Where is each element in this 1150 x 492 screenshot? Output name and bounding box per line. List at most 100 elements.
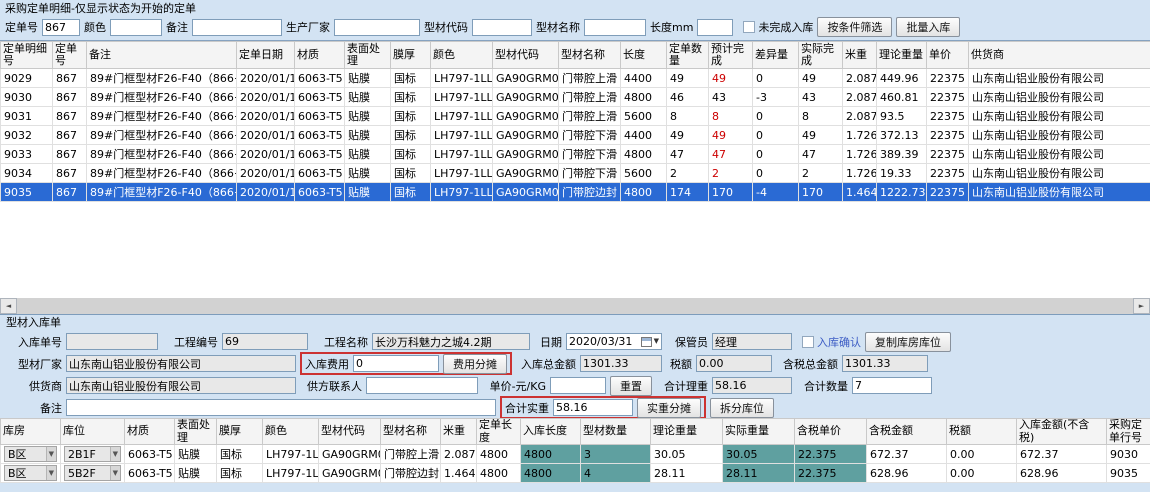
grid-cell[interactable]: 47 (667, 145, 709, 164)
grid-cell[interactable]: 贴膜 (345, 88, 391, 107)
grid-cell[interactable]: 170 (799, 183, 843, 202)
column-header[interactable]: 理论重量 (877, 42, 927, 69)
column-header[interactable]: 定单数量 (667, 42, 709, 69)
scrollbar-track[interactable] (17, 298, 1133, 314)
filter-remark-input[interactable] (192, 19, 282, 36)
split-location-button[interactable]: 拆分库位 (710, 398, 774, 418)
tax-input[interactable] (696, 355, 772, 372)
grid-cell[interactable]: B区▼ (1, 445, 61, 464)
chevron-down-icon[interactable]: ▼ (46, 466, 56, 480)
unfinished-checkbox-group[interactable]: 未完成入库 (743, 19, 813, 35)
grid-cell[interactable]: 449.96 (877, 69, 927, 88)
grid-cell[interactable]: LH797-1LL0 (263, 464, 319, 483)
fee-apportion-button[interactable]: 费用分摊 (443, 354, 507, 374)
grid-cell[interactable]: 9030 (1, 88, 53, 107)
grid-cell[interactable]: 贴膜 (345, 145, 391, 164)
column-header[interactable]: 理论重量 (651, 419, 723, 445)
grid-cell[interactable]: LH797-1LL0 (431, 107, 493, 126)
grid-cell[interactable]: 867 (53, 88, 87, 107)
grid-cell[interactable]: 8 (709, 107, 753, 126)
grid-cell[interactable]: GA90GRM05 (319, 464, 381, 483)
grid-cell[interactable]: 2.087 (843, 107, 877, 126)
grid-cell[interactable]: 0 (753, 107, 799, 126)
supplier-contact-input[interactable] (366, 377, 478, 394)
grid-cell[interactable]: 2020/01/13 (237, 88, 295, 107)
filter-order-no-input[interactable] (42, 19, 80, 36)
column-header[interactable]: 型材名称 (381, 419, 441, 445)
grid-cell[interactable]: 6063-T5 (295, 145, 345, 164)
grid-cell[interactable]: 628.96 (867, 464, 947, 483)
column-header[interactable]: 表面处理 (345, 42, 391, 69)
grid-cell[interactable]: 门带腔边封 (559, 183, 621, 202)
grid-cell[interactable]: 2020/01/13 (237, 126, 295, 145)
remark-input[interactable] (66, 399, 496, 416)
grid-cell[interactable]: 22375 (927, 69, 969, 88)
column-header[interactable]: 含税单价 (795, 419, 867, 445)
grid-cell[interactable]: 国标 (217, 464, 263, 483)
grid-cell[interactable]: 2.087 (843, 69, 877, 88)
total-quantity-input[interactable] (852, 377, 932, 394)
grid-cell[interactable]: 6063-T5 (295, 88, 345, 107)
grid-cell[interactable]: 22375 (927, 145, 969, 164)
grid-cell[interactable]: 89#门框型材F26-F40（866+867） (87, 164, 237, 183)
grid-cell[interactable]: LH797-1LL0 (431, 183, 493, 202)
grid-cell[interactable]: 贴膜 (345, 164, 391, 183)
grid-cell[interactable]: 0.00 (947, 464, 1017, 483)
date-input[interactable]: 2020/03/31 ▼ (566, 333, 662, 350)
grid-cell[interactable]: 山东南山铝业股份有限公司 (969, 164, 1150, 183)
grid-cell[interactable]: 山东南山铝业股份有限公司 (969, 183, 1150, 202)
column-header[interactable]: 备注 (87, 42, 237, 69)
grid-cell[interactable]: 672.37 (867, 445, 947, 464)
combo-select[interactable]: B区▼ (4, 465, 57, 481)
grid-cell[interactable]: 0 (753, 126, 799, 145)
grid-cell[interactable]: GA90GRM03 (493, 69, 559, 88)
grid-cell[interactable]: 国标 (391, 88, 431, 107)
confirm-checkbox-group[interactable]: 入库确认 (802, 334, 861, 350)
grid-cell[interactable]: 8 (667, 107, 709, 126)
grid-cell[interactable]: GA90GRM03 (319, 445, 381, 464)
table-row[interactable]: B区▼2B1F▼6063-T5贴膜国标LH797-1LL0GA90GRM03门带… (1, 445, 1150, 464)
grid-cell[interactable]: 6063-T5 (295, 107, 345, 126)
grid-cell[interactable]: 4800 (521, 464, 581, 483)
grid-cell[interactable]: -4 (753, 183, 799, 202)
grid-cell[interactable]: 22.375 (795, 464, 867, 483)
column-header[interactable]: 型材代码 (493, 42, 559, 69)
project-name-input[interactable] (372, 333, 530, 350)
grid-cell[interactable]: 2 (799, 164, 843, 183)
grid-cell[interactable]: 1.726 (843, 164, 877, 183)
scroll-left-icon[interactable]: ◄ (0, 298, 17, 314)
column-header[interactable]: 实际完成 (799, 42, 843, 69)
grid-cell[interactable]: 贴膜 (345, 183, 391, 202)
grid-cell[interactable]: 89#门框型材F26-F40（866+867） (87, 183, 237, 202)
grid-cell[interactable]: 2020/01/13 (237, 69, 295, 88)
grid-cell[interactable]: 47 (709, 145, 753, 164)
grid-cell[interactable]: LH797-1LL0 (431, 88, 493, 107)
grid-cell[interactable]: 867 (53, 69, 87, 88)
column-header[interactable]: 长度 (621, 42, 667, 69)
column-header[interactable]: 表面处理 (175, 419, 217, 445)
grid-cell[interactable]: 1.464 (441, 464, 477, 483)
column-header[interactable]: 材质 (295, 42, 345, 69)
grid-cell[interactable]: 门带腔下滑 (559, 164, 621, 183)
column-header[interactable]: 供货商 (969, 42, 1150, 69)
grid-cell[interactable]: 1.726 (843, 126, 877, 145)
column-header[interactable]: 入库长度 (521, 419, 581, 445)
copy-warehouse-location-button[interactable]: 复制库房库位 (865, 332, 951, 352)
grid-cell[interactable]: 6063-T5 (295, 183, 345, 202)
grid-cell[interactable]: 国标 (391, 164, 431, 183)
supplier-input[interactable] (66, 377, 296, 394)
grid-cell[interactable]: 46 (667, 88, 709, 107)
grid-cell[interactable]: 4400 (621, 126, 667, 145)
grid-cell[interactable]: 门带腔上滑 (559, 69, 621, 88)
grid-cell[interactable]: 89#门框型材F26-F40（866+867） (87, 126, 237, 145)
grid-cell[interactable]: 门带腔上滑 (559, 107, 621, 126)
combo-select[interactable]: 2B1F▼ (64, 446, 121, 462)
grid-cell[interactable]: 867 (53, 107, 87, 126)
grid-cell[interactable]: 9032 (1, 126, 53, 145)
grid-cell[interactable]: 山东南山铝业股份有限公司 (969, 126, 1150, 145)
filter-color-input[interactable] (110, 19, 162, 36)
grid-cell[interactable]: 0 (753, 145, 799, 164)
confirm-checkbox[interactable] (802, 336, 814, 348)
grid-cell[interactable]: 2B1F▼ (61, 445, 125, 464)
grid-cell[interactable]: 49 (667, 126, 709, 145)
